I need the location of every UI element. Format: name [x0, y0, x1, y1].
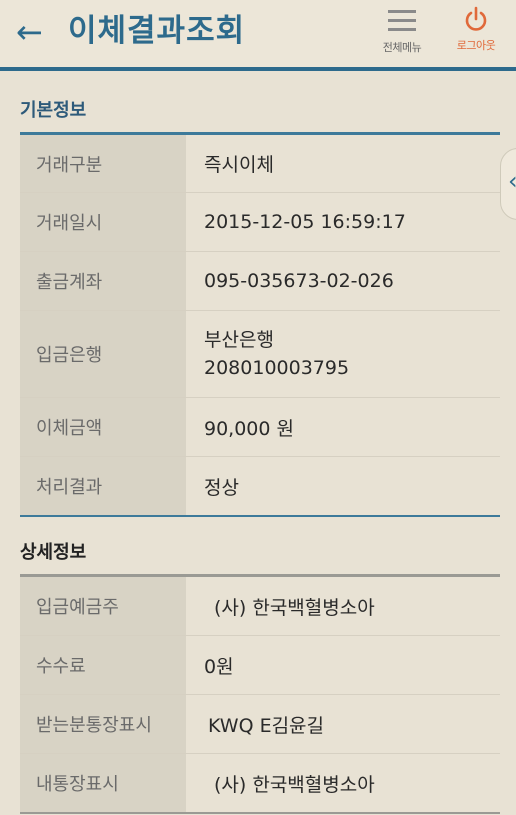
row-label: 출금계좌	[20, 252, 186, 310]
basic-info-title: 기본정보	[20, 100, 87, 121]
table-row: 받는분통장표시 KWQ E김윤길	[20, 695, 500, 754]
row-value: KWQ E김윤길	[208, 714, 325, 737]
table-row: 입금예금주 (사) 한국백혈병소아	[20, 577, 500, 636]
row-value: (사) 한국백혈병소아	[214, 773, 375, 796]
table-row: 수수료 0원	[20, 636, 500, 695]
power-icon	[465, 6, 487, 31]
chevron-left-icon: ‹	[508, 167, 516, 195]
table-row: 이체금액 90,000 원	[20, 398, 500, 457]
table-row: 입금은행 부산은행 208010003795	[20, 311, 500, 398]
table-row: 내통장표시 (사) 한국백혈병소아	[20, 754, 500, 812]
row-label: 내통장표시	[20, 754, 186, 812]
row-value: 0원	[204, 655, 234, 678]
detail-info-title: 상세정보	[20, 542, 87, 563]
table-row: 거래일시 2015-12-05 16:59:17	[20, 193, 500, 252]
full-menu-label: 전체메뉴	[382, 41, 422, 54]
row-label: 입금은행	[20, 311, 186, 397]
row-value: 부산은행 208010003795	[204, 329, 350, 379]
row-label: 입금예금주	[20, 577, 186, 635]
row-label: 거래일시	[20, 193, 186, 251]
table-row: 출금계좌 095-035673-02-026	[20, 252, 500, 311]
back-arrow-icon[interactable]: ←	[16, 12, 43, 52]
table-bottom-rule	[20, 812, 500, 814]
row-label: 이체금액	[20, 398, 186, 456]
basic-info-table: 거래구분 즉시이체 거래일시 2015-12-05 16:59:17 출금계좌 …	[20, 135, 500, 517]
row-value: 정상	[204, 476, 239, 499]
app-header: ← 이체결과조회 전체메뉴 로그아웃	[0, 0, 516, 67]
table-row: 처리결과 정상	[20, 457, 500, 515]
row-label: 거래구분	[20, 135, 186, 192]
detail-info-table: 입금예금주 (사) 한국백혈병소아 수수료 0원 받는분통장표시 KWQ E김윤…	[20, 577, 500, 814]
header-divider	[0, 67, 516, 71]
table-row: 거래구분 즉시이체	[20, 135, 500, 193]
row-value: 90,000 원	[204, 417, 295, 440]
row-value: 095-035673-02-026	[204, 270, 394, 292]
table-bottom-rule	[20, 515, 500, 517]
row-label: 수수료	[20, 636, 186, 694]
page-title: 이체결과조회	[68, 13, 246, 49]
row-label: 처리결과	[20, 457, 186, 515]
row-label: 받는분통장표시	[20, 695, 186, 753]
hamburger-menu-icon	[388, 10, 416, 32]
logout-button[interactable]: 로그아웃	[444, 6, 508, 60]
row-value: 즉시이체	[204, 154, 274, 176]
full-menu-button[interactable]: 전체메뉴	[372, 8, 432, 60]
logout-label: 로그아웃	[456, 39, 496, 52]
side-panel-tab[interactable]: ‹	[500, 148, 516, 220]
row-value: 2015-12-05 16:59:17	[204, 211, 406, 233]
row-value: (사) 한국백혈병소아	[214, 596, 375, 619]
